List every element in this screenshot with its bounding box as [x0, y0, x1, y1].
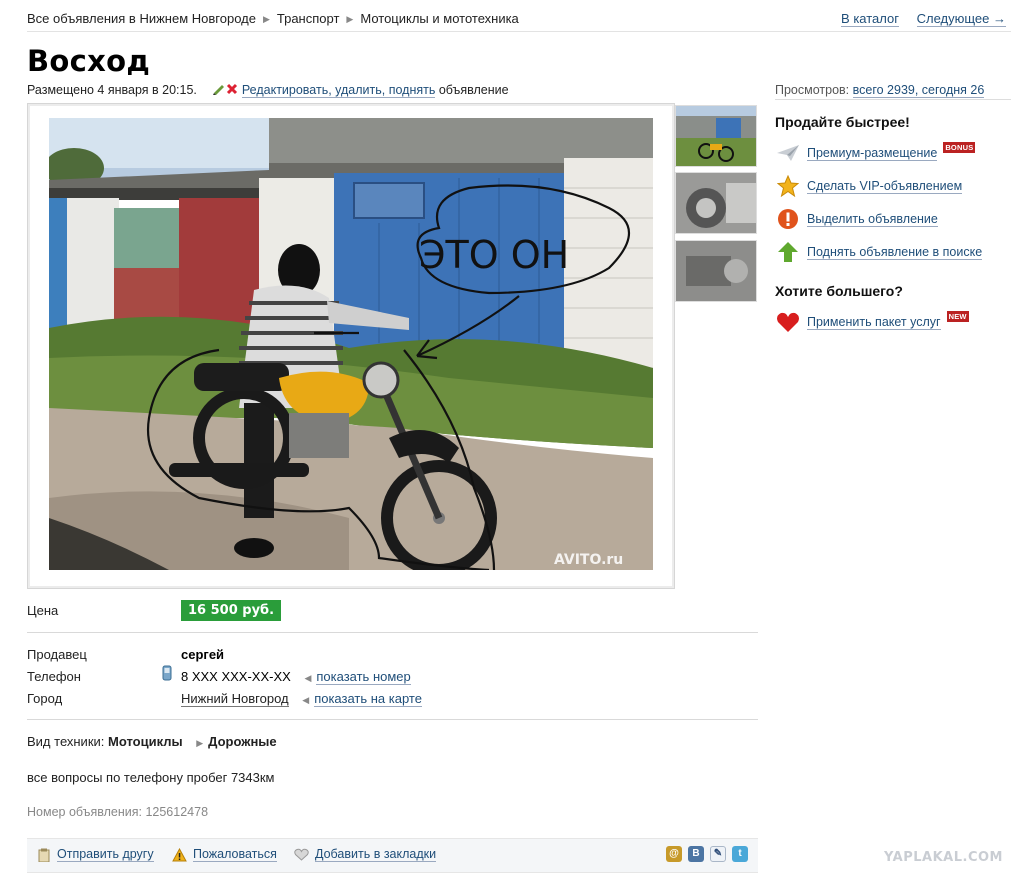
delete-x-icon [227, 83, 238, 95]
seller-name: сергей [181, 647, 225, 662]
phone-number: 8 XXX XXX-XX-XX [181, 669, 291, 684]
complain-item[interactable]: Пожаловаться [172, 847, 277, 862]
highlight-link[interactable]: Выделить объявление [807, 212, 938, 227]
share-vk-icon[interactable]: В [688, 846, 704, 862]
vip-item[interactable]: Сделать VIP-объявлением [775, 175, 963, 197]
triangle-left-icon: ◀ [302, 695, 310, 705]
package-item[interactable]: Применить пакет услуг NEW [775, 310, 969, 333]
arrow-up-icon [775, 241, 801, 263]
phone-row: 8 XXX XXX-XX-XX ◀ показать номер [181, 669, 411, 685]
ad-number-label: Номер объявления: [27, 805, 142, 819]
breadcrumb-separator-icon: ▶ [346, 14, 354, 24]
divider [27, 31, 1011, 32]
catalog-link[interactable]: В каталог [841, 11, 899, 27]
vehicle-type-row: Вид техники: Мотоциклы ▶ Дорожные [27, 734, 277, 749]
star-icon [775, 175, 801, 197]
breadcrumb-item-motorcycles[interactable]: Мотоциклы и мототехника [360, 11, 518, 26]
exclamation-icon [775, 208, 801, 230]
thumbnail-3[interactable] [675, 240, 757, 302]
city-link[interactable]: Нижний Новгород [181, 691, 289, 707]
page-title: Восход [27, 44, 151, 78]
divider [27, 719, 758, 720]
city-row: Нижний Новгород ◀ показать на карте [181, 691, 422, 707]
share-email-icon[interactable]: @ [666, 846, 682, 862]
new-badge: NEW [946, 310, 969, 322]
edit-suffix: объявление [438, 83, 509, 97]
bookmark-link[interactable]: Добавить в закладки [315, 847, 437, 862]
vehicle-subtype-value[interactable]: Дорожные [208, 734, 276, 749]
breadcrumb-item-transport[interactable]: Транспорт [277, 11, 340, 26]
divider [775, 99, 1011, 100]
raise-item[interactable]: Поднять объявление в поиске [775, 241, 983, 263]
send-to-friend-item[interactable]: Отправить другу [37, 847, 154, 862]
triangle-right-icon: ▶ [196, 738, 204, 748]
vehicle-type-label: Вид техники: [27, 734, 105, 749]
vip-link[interactable]: Сделать VIP-объявлением [807, 179, 963, 194]
breadcrumb-separator-icon: ▶ [262, 14, 270, 24]
premium-placement-item[interactable]: Премиум-размещение BONUS [775, 141, 976, 164]
breadcrumb-item-all[interactable]: Все объявления в Нижнем Новгороде [27, 11, 256, 26]
share-livejournal-icon[interactable]: ✎ [710, 846, 726, 862]
phone-label: Телефон [27, 669, 81, 684]
seller-label: Продавец [27, 647, 87, 662]
motorcycle-photo: ЭТО ОН AVITO.ru [49, 118, 653, 570]
edit-icons [212, 83, 241, 97]
clipboard-icon [37, 848, 51, 862]
ad-number-value: 125612478 [145, 805, 209, 819]
price-label: Цена [27, 603, 59, 618]
divider [27, 632, 758, 633]
thumbnail-1[interactable] [675, 105, 757, 167]
warning-icon [172, 847, 187, 862]
complain-link[interactable]: Пожаловаться [193, 847, 277, 862]
bookmark-item[interactable]: Добавить в закладки [294, 847, 437, 862]
heart-icon [775, 311, 801, 333]
scribble-text: ЭТО ОН [419, 233, 569, 277]
price-badge: 16 500 руб. [181, 600, 282, 621]
vehicle-type-value[interactable]: Мотоциклы [108, 734, 183, 749]
views-label: Просмотров: [775, 83, 850, 97]
sell-faster-heading: Продайте быстрее! [775, 114, 910, 130]
thumbnail-2[interactable] [675, 172, 757, 234]
views-counter: Просмотров: всего 2939, сегодня 26 [775, 83, 985, 98]
divider [27, 872, 758, 873]
show-map-link[interactable]: показать на карте [314, 691, 422, 707]
next-ad-link[interactable]: Следующее → [916, 11, 1006, 27]
raise-link[interactable]: Поднять объявление в поиске [807, 245, 983, 260]
premium-placement-link[interactable]: Премиум-размещение [807, 146, 938, 161]
ad-description: все вопросы по телефону пробег 7343км [27, 770, 275, 785]
photo-watermark: AVITO.ru [554, 552, 623, 568]
city-label: Город [27, 691, 63, 706]
posted-date: Размещено 4 января в 20:15. [27, 83, 197, 97]
posted-info: Размещено 4 января в 20:15. Редактироват… [27, 83, 509, 98]
paper-plane-icon [775, 142, 801, 164]
ad-number: Номер объявления: 125612478 [27, 805, 208, 819]
bonus-badge: BONUS [943, 141, 976, 153]
views-value[interactable]: всего 2939, сегодня 26 [852, 83, 985, 98]
heart-outline-icon [294, 848, 309, 861]
breadcrumb: Все объявления в Нижнем Новгороде ▶ Трансп… [27, 11, 519, 26]
main-photo[interactable]: ЭТО ОН AVITO.ru [49, 118, 653, 570]
triangle-left-icon: ◀ [304, 673, 312, 683]
site-watermark: YAPLAKAL.COM [884, 850, 1003, 865]
phone-icon [161, 665, 173, 684]
package-link[interactable]: Применить пакет услуг [807, 315, 941, 330]
top-navigation: В каталог Следующее → [827, 11, 1006, 27]
send-to-friend-link[interactable]: Отправить другу [57, 847, 154, 862]
want-more-heading: Хотите большего? [775, 283, 903, 299]
pencil-icon [213, 85, 225, 95]
show-phone-link[interactable]: показать номер [316, 669, 411, 685]
highlight-item[interactable]: Выделить объявление [775, 208, 938, 230]
edit-ad-link[interactable]: Редактировать, удалить, поднять [241, 83, 436, 98]
share-twitter-icon[interactable]: t [732, 846, 748, 862]
